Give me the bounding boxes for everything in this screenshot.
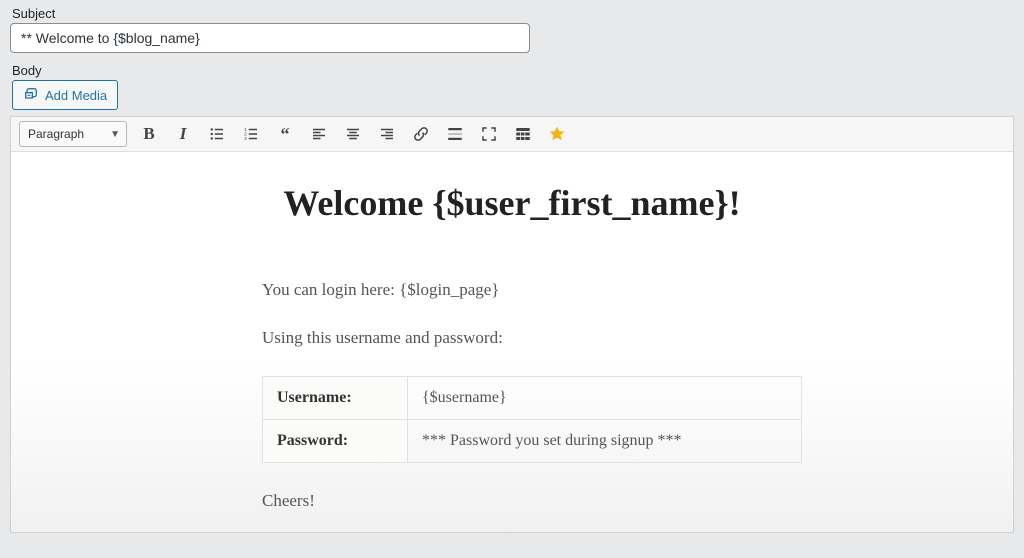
format-dropdown[interactable]: Paragraph ▼ [19,121,127,147]
bold-icon: B [143,124,154,144]
rich-text-editor: Paragraph ▼ B I 123 “ [10,116,1014,533]
username-value-cell: {$username} [408,377,802,420]
credentials-table: Username: {$username} Password: *** Pass… [262,376,802,463]
align-center-button[interactable] [341,122,365,146]
add-media-label: Add Media [45,88,107,103]
bullet-list-button[interactable] [205,122,229,146]
numbered-list-button[interactable]: 123 [239,122,263,146]
link-icon [412,125,430,143]
align-right-button[interactable] [375,122,399,146]
content-line-1: You can login here: {$login_page} [172,280,852,300]
align-center-icon [344,125,362,143]
format-dropdown-label: Paragraph [28,127,84,141]
read-more-button[interactable] [443,122,467,146]
chevron-down-icon: ▼ [110,129,120,140]
star-icon [548,125,566,143]
fullscreen-button[interactable] [477,122,501,146]
toolbar-toggle-button[interactable] [511,122,535,146]
bold-button[interactable]: B [137,122,161,146]
username-label-cell: Username: [263,377,408,420]
subject-input[interactable] [10,23,530,53]
editor-canvas[interactable]: Welcome {$user_first_name}! You can logi… [11,152,1013,532]
align-left-button[interactable] [307,122,331,146]
italic-button[interactable]: I [171,122,195,146]
read-more-icon [446,125,464,143]
blockquote-button[interactable]: “ [273,122,297,146]
numbered-list-icon: 123 [242,125,260,143]
toolbar-toggle-icon [514,125,532,143]
content-line-2: Using this username and password: [172,328,852,348]
media-icon [23,86,39,105]
body-label: Body [12,63,1014,78]
link-button[interactable] [409,122,433,146]
subject-label: Subject [12,6,1014,21]
fullscreen-icon [480,125,498,143]
table-row: Password: *** Password you set during si… [263,420,802,463]
editor-toolbar: Paragraph ▼ B I 123 “ [11,117,1013,152]
quote-icon: “ [281,125,290,143]
svg-text:3: 3 [244,136,247,141]
add-media-button[interactable]: Add Media [12,80,118,110]
password-label-cell: Password: [263,420,408,463]
align-left-icon [310,125,328,143]
content-heading: Welcome {$user_first_name}! [172,182,852,224]
table-row: Username: {$username} [263,377,802,420]
content-signoff: Cheers! [172,491,852,511]
italic-icon: I [180,124,187,144]
align-right-icon [378,125,396,143]
password-value-cell: *** Password you set during signup *** [408,420,802,463]
star-button[interactable] [545,122,569,146]
bullet-list-icon [208,125,226,143]
